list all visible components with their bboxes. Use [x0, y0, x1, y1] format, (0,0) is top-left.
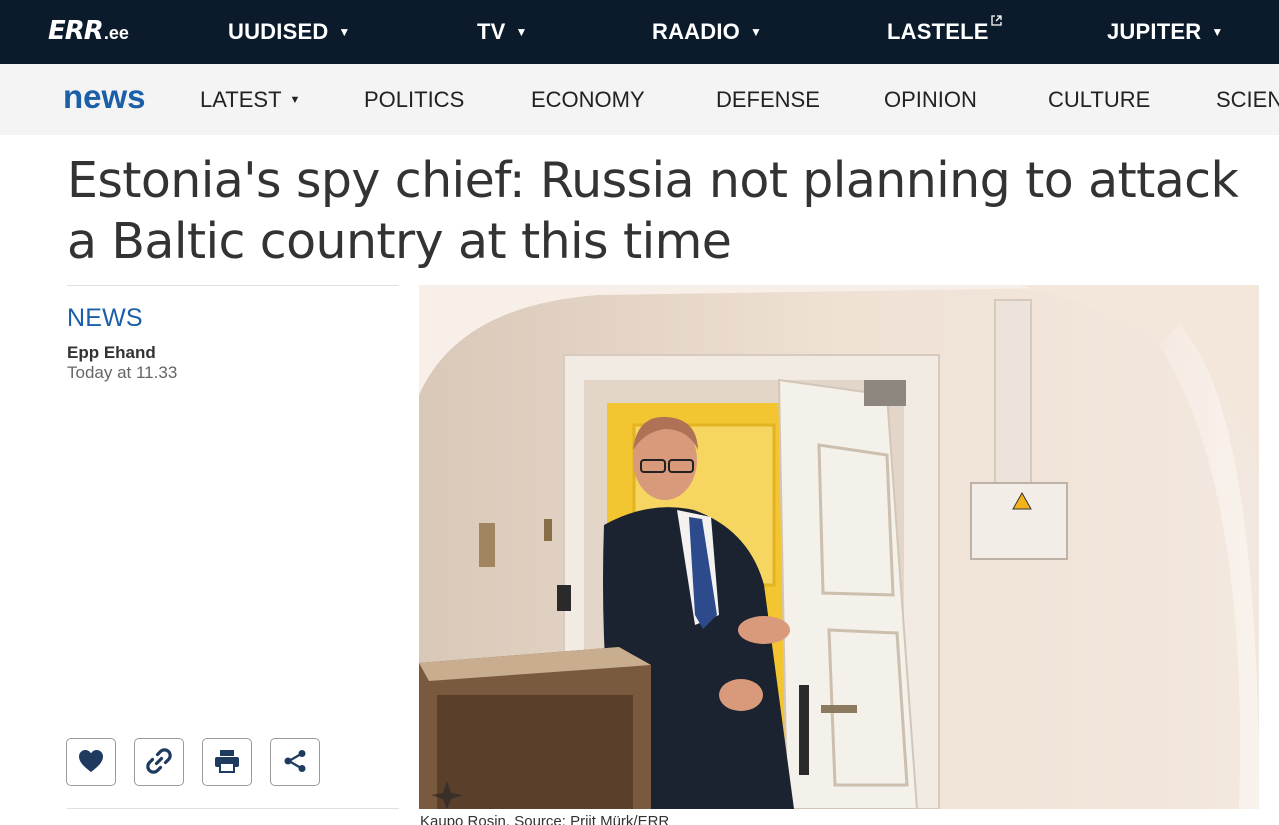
article-headline: Estonia's spy chief: Russia not planning… — [67, 152, 1239, 270]
secnav-item-science[interactable]: SCIENCE — [1216, 64, 1279, 135]
article-timestamp: Today at 11.33 — [67, 363, 178, 382]
secnav-item-latest[interactable]: LATEST ▼ — [200, 64, 300, 135]
err-logo-text: ERR — [48, 16, 104, 46]
secnav-label: LATEST — [200, 86, 282, 112]
secnav-item-defense[interactable]: DEFENSE — [716, 64, 820, 135]
err-logo[interactable]: ERR .ee — [48, 16, 129, 46]
topnav-item-jupiter[interactable]: JUPITER ▼ — [1107, 0, 1223, 64]
secnav-item-opinion[interactable]: OPINION — [884, 64, 977, 135]
topnav-label: UUDISED — [228, 19, 329, 44]
topnav-item-raadio[interactable]: RAADIO ▼ — [652, 0, 762, 64]
heart-icon — [77, 748, 105, 777]
top-navigation-bar: ERR .ee UUDISED ▼ TV ▼ RAADIO ▼ LASTELE … — [0, 0, 1279, 64]
topnav-item-uudised[interactable]: UUDISED ▼ — [228, 0, 351, 64]
article-actions — [66, 738, 320, 786]
copy-link-button[interactable] — [134, 738, 184, 786]
article-category[interactable]: NEWS — [67, 304, 143, 333]
link-icon — [143, 745, 175, 780]
meta-divider-bottom — [67, 808, 399, 809]
topnav-item-tv[interactable]: TV ▼ — [477, 0, 528, 64]
topnav-item-lastele[interactable]: LASTELE — [887, 0, 1002, 64]
section-navigation-bar: news LATEST ▼ POLITICS ECONOMY DEFENSE O… — [0, 64, 1279, 135]
caret-down-icon: ▼ — [289, 93, 301, 106]
print-icon — [213, 748, 241, 777]
topnav-label: RAADIO — [652, 19, 740, 44]
external-link-icon — [990, 15, 1002, 29]
topnav-label: TV — [477, 19, 506, 44]
news-section-logo[interactable]: news — [63, 78, 146, 116]
caret-down-icon: ▼ — [749, 25, 763, 39]
caret-down-icon: ▼ — [515, 25, 528, 39]
secnav-item-economy[interactable]: ECONOMY — [531, 64, 645, 135]
article-author: Epp Ehand — [67, 343, 156, 362]
secnav-item-politics[interactable]: POLITICS — [364, 64, 464, 135]
err-logo-tld: .ee — [103, 23, 129, 43]
like-button[interactable] — [66, 738, 116, 786]
meta-divider-top — [67, 285, 399, 286]
topnav-label: LASTELE — [887, 19, 989, 44]
topnav-label: JUPITER — [1107, 19, 1202, 44]
share-icon — [281, 747, 309, 778]
photo-caption: Kaupo Rosin. Source: Priit Mürk/ERR — [420, 813, 670, 825]
share-button[interactable] — [270, 738, 320, 786]
caret-down-icon: ▼ — [1211, 25, 1224, 39]
print-button[interactable] — [202, 738, 252, 786]
article-photo[interactable] — [419, 285, 1259, 809]
caret-down-icon: ▼ — [338, 25, 351, 39]
secnav-item-culture[interactable]: CULTURE — [1048, 64, 1150, 135]
